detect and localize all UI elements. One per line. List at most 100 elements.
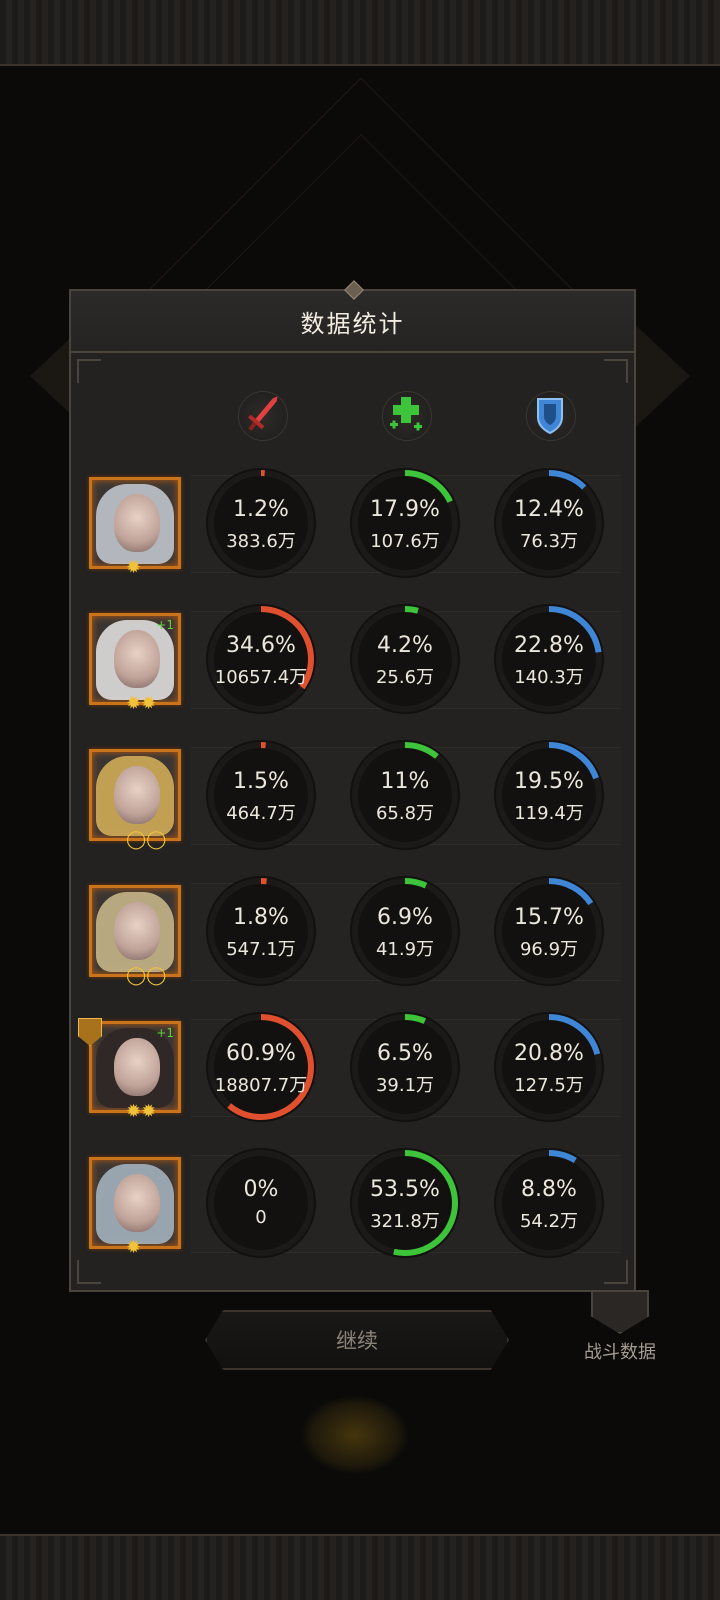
heal-ring-chart <box>350 876 460 986</box>
hero-portrait[interactable]: ◯◯ <box>89 749 181 850</box>
hero-portrait[interactable]: ✹ <box>89 1157 181 1258</box>
ring-disc <box>494 604 604 714</box>
heal-percent: 53.5% <box>370 1177 440 1202</box>
heal-amount: 107.6万 <box>370 531 440 552</box>
heal-stat-ring: 6.9% 41.9万 <box>347 873 463 989</box>
defense-amount: 96.9万 <box>519 939 579 960</box>
heal-percent: 6.5% <box>377 1041 433 1066</box>
ring-disc <box>206 468 316 578</box>
hero-star-rank: ✹ <box>126 1237 142 1258</box>
corner-ornament <box>77 359 101 383</box>
heal-percent: 6.9% <box>377 905 433 930</box>
damage-stat-ring: 1.2% 383.6万 <box>203 465 319 581</box>
background-wing-right <box>630 320 690 432</box>
hero-star-rank: ✹✹ <box>126 1101 157 1122</box>
defense-amount: 140.3万 <box>514 667 584 688</box>
hero-portrait[interactable]: ✹✹ +1 <box>89 613 181 714</box>
hero-star-rank: ◯◯ <box>126 829 167 850</box>
damage-stat-ring: 1.5% 464.7万 <box>203 737 319 853</box>
hero-plus-badge: +1 <box>156 618 174 632</box>
defense-percent: 22.8% <box>514 633 584 658</box>
hero-portrait[interactable]: ✹✹ +1 <box>78 1018 181 1122</box>
battle-data-button[interactable]: 战斗数据 <box>570 1290 670 1370</box>
defense-stat-ring: 20.8% 127.5万 <box>491 1009 607 1125</box>
damage-amount: 464.7万 <box>226 803 296 824</box>
heal-percent: 17.9% <box>370 497 440 522</box>
sword-icon <box>248 396 278 431</box>
damage-stat-ring: 34.6% 10657.4万 <box>203 601 319 717</box>
damage-percent: 34.6% <box>226 633 296 658</box>
panel-title: 数据统计 <box>71 291 634 353</box>
bottom-frame-bar <box>0 1534 720 1600</box>
damage-stat-ring: 0% 0 <box>203 1145 319 1261</box>
damage-amount: 547.1万 <box>226 939 296 960</box>
ring-disc <box>494 876 604 986</box>
hero-star-rank: ◯◯ <box>126 965 167 986</box>
heal-amount: 39.1万 <box>375 1075 435 1096</box>
defense-percent: 19.5% <box>514 769 584 794</box>
defense-column-header <box>520 389 580 445</box>
heal-amount: 65.8万 <box>375 803 435 824</box>
ring-disc <box>206 1012 316 1122</box>
hero-emblem-icon <box>78 1018 102 1046</box>
battle-data-label: 战斗数据 <box>584 1342 656 1363</box>
defense-stat-ring: 19.5% 119.4万 <box>491 737 607 853</box>
damage-column-header <box>232 389 292 445</box>
ring-disc <box>206 604 316 714</box>
heal-percent: 4.2% <box>377 633 433 658</box>
damage-percent: 60.9% <box>226 1041 296 1066</box>
shield-icon <box>537 398 563 435</box>
ring-disc <box>494 1012 604 1122</box>
defense-ring-chart <box>494 468 604 578</box>
defense-amount: 54.2万 <box>519 1211 579 1232</box>
damage-percent: 1.8% <box>233 905 289 930</box>
damage-ring-chart <box>206 1012 316 1122</box>
damage-ring-chart <box>206 468 316 578</box>
continue-button[interactable]: 继续 <box>205 1310 509 1370</box>
hero-face <box>114 902 160 960</box>
hero-portrait[interactable]: ◯◯ <box>89 885 181 986</box>
hero-face <box>114 766 160 824</box>
coin-glow-icon <box>300 1395 410 1475</box>
panel-title-text: 数据统计 <box>300 309 405 338</box>
damage-ring-chart <box>206 876 316 986</box>
defense-ring-chart <box>494 604 604 714</box>
hero-portrait[interactable]: ✹ <box>89 477 181 578</box>
defense-stat-ring: 8.8% 54.2万 <box>491 1145 607 1261</box>
heal-stat-ring: 53.5% 321.8万 <box>347 1145 463 1261</box>
defense-stat-ring: 22.8% 140.3万 <box>491 601 607 717</box>
defense-ring-chart <box>494 876 604 986</box>
hero-plus-badge: +1 <box>156 1026 174 1040</box>
defense-stat-ring: 15.7% 96.9万 <box>491 873 607 989</box>
hero-star-rank: ✹ <box>126 557 142 578</box>
damage-ring-chart <box>206 740 316 850</box>
defense-percent: 8.8% <box>521 1177 577 1202</box>
heal-stat-ring: 17.9% 107.6万 <box>347 465 463 581</box>
ring-disc <box>350 876 460 986</box>
continue-label: 继续 <box>336 1329 378 1353</box>
damage-stat-ring: 60.9% 18807.7万 <box>203 1009 319 1125</box>
damage-percent: 1.2% <box>233 497 289 522</box>
ring-disc <box>350 740 460 850</box>
heal-ring-chart <box>350 740 460 850</box>
damage-amount: 383.6万 <box>226 531 296 552</box>
ring-disc <box>350 604 460 714</box>
ring-disc <box>206 740 316 850</box>
heal-stat-ring: 4.2% 25.6万 <box>347 601 463 717</box>
heal-amount: 321.8万 <box>370 1211 440 1232</box>
heal-ring-chart <box>350 1012 460 1122</box>
heal-percent: 11% <box>380 769 430 794</box>
defense-ring-chart <box>494 740 604 850</box>
defense-percent: 12.4% <box>514 497 584 522</box>
defense-stat-ring: 12.4% 76.3万 <box>491 465 607 581</box>
damage-amount: 18807.7万 <box>214 1075 308 1096</box>
damage-ring-chart <box>206 604 316 714</box>
heal-amount: 25.6万 <box>375 667 435 688</box>
damage-percent: 1.5% <box>233 769 289 794</box>
ring-disc <box>350 1148 460 1258</box>
defense-ring-chart <box>494 1012 604 1122</box>
damage-percent: 0% <box>243 1177 279 1202</box>
damage-stat-ring: 1.8% 547.1万 <box>203 873 319 989</box>
heal-amount: 41.9万 <box>375 939 435 960</box>
defense-percent: 20.8% <box>514 1041 584 1066</box>
